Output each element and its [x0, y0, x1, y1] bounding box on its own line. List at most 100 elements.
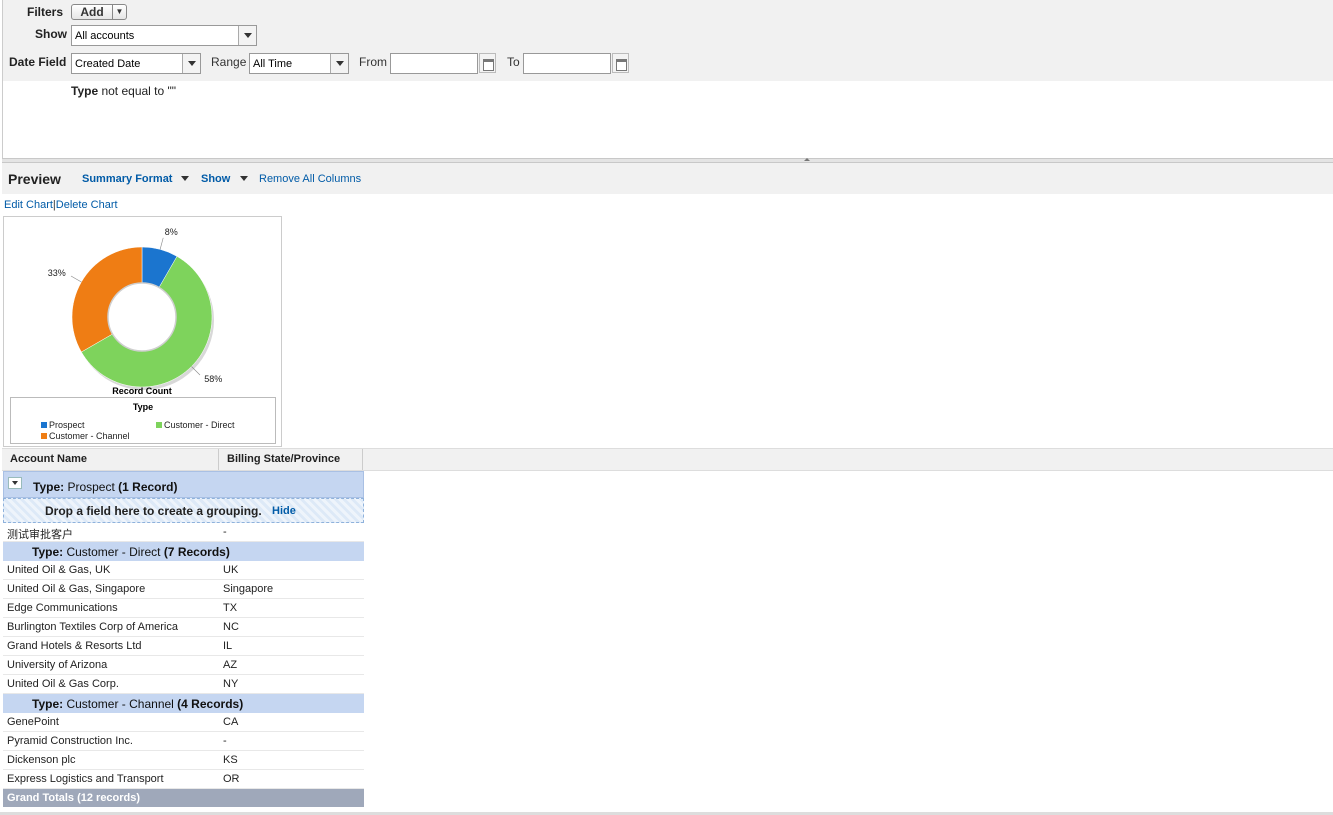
calendar-icon[interactable] — [479, 53, 496, 73]
filter-controls: Filters Add ▼ Show All accounts Date Fie… — [3, 0, 1333, 81]
table-row: Express Logistics and Transport OR — [3, 770, 364, 789]
billing-state-cell: TX — [223, 602, 238, 614]
group-type-value: Prospect — [64, 480, 119, 494]
chart-metric-label: Record Count — [112, 386, 172, 396]
billing-state-cell: NY — [223, 678, 239, 690]
preview-toolbar: Preview Summary Format Show Remove All C… — [2, 163, 1333, 194]
group-count: (1 Record) — [118, 480, 178, 494]
filter-panel: Filters Add ▼ Show All accounts Date Fie… — [2, 0, 1333, 160]
billing-state-cell: AZ — [223, 659, 238, 671]
range-value: All Time — [253, 58, 293, 70]
billing-state-cell: Singapore — [223, 583, 274, 595]
slice-data-label: 8% — [165, 227, 178, 237]
from-label: From — [359, 55, 387, 69]
chevron-down-icon[interactable] — [238, 26, 256, 45]
filter-criteria[interactable]: Type not equal to "" — [71, 84, 176, 98]
preview-title: Preview — [8, 171, 61, 187]
date-field-label: Date Field — [9, 55, 67, 69]
table-row: Dickenson plc KS — [3, 751, 364, 770]
add-filter-dropdown-icon[interactable]: ▼ — [112, 5, 126, 19]
group-header[interactable]: Type: Customer - Channel (4 Records) — [3, 694, 364, 713]
group-type-label: Type: — [32, 697, 64, 711]
legend-swatch — [156, 422, 162, 428]
edit-chart-link[interactable]: Edit Chart — [4, 199, 53, 211]
filter-criteria-field: Type — [71, 84, 99, 98]
group-count: (4 Records) — [177, 697, 244, 711]
to-label: To — [507, 55, 520, 69]
summary-format-menu[interactable]: Summary Format — [82, 173, 172, 185]
drop-zone-text: Drop a field here to create a grouping. — [45, 504, 262, 518]
billing-state-cell: CA — [223, 716, 239, 728]
date-field-value: Created Date — [75, 58, 141, 70]
table-row: Edge Communications TX — [3, 599, 364, 618]
legend-swatch — [41, 422, 47, 428]
billing-state-cell: - — [223, 526, 227, 538]
account-name-cell: United Oil & Gas, UK — [7, 564, 111, 576]
chevron-down-icon[interactable] — [181, 176, 189, 181]
add-filter-label: Add — [80, 5, 104, 19]
slice-leader-line — [191, 366, 201, 376]
group-header[interactable]: Type: Prospect (1 Record) — [3, 471, 364, 498]
chevron-down-icon[interactable] — [330, 54, 348, 73]
collapse-toggle-icon[interactable] — [8, 477, 22, 489]
slice-data-label: 33% — [48, 268, 66, 278]
table-row: University of Arizona AZ — [3, 656, 364, 675]
grouping-drop-zone[interactable]: Drop a field here to create a grouping. H… — [3, 498, 364, 523]
range-label: Range — [211, 55, 247, 69]
group-header[interactable]: Type: Customer - Direct (7 Records) — [3, 542, 364, 561]
slice-leader-line — [159, 237, 164, 250]
table-row: United Oil & Gas, Singapore Singapore — [3, 580, 364, 599]
show-select[interactable]: All accounts — [71, 25, 257, 46]
account-name-cell: United Oil & Gas, Singapore — [7, 583, 146, 595]
donut-hole — [107, 282, 177, 352]
account-name-cell: Edge Communications — [7, 602, 118, 614]
add-filter-button[interactable]: Add ▼ — [71, 4, 127, 20]
slice-data-label: 58% — [204, 374, 222, 384]
chart-legend: Type Prospect Customer - Direct Customer -… — [10, 397, 276, 444]
group-title: Type: Customer - Direct (7 Records) — [32, 545, 230, 559]
legend-item: Customer - Channel — [41, 431, 130, 441]
range-select[interactable]: All Time — [249, 53, 349, 74]
remove-all-columns-link[interactable]: Remove All Columns — [259, 173, 361, 185]
table-row: Burlington Textiles Corp of America NC — [3, 618, 364, 637]
account-name-cell: Express Logistics and Transport — [7, 773, 164, 785]
legend-label: Customer - Direct — [164, 420, 235, 430]
show-label: Show — [35, 27, 67, 41]
account-name-cell: Dickenson plc — [7, 754, 76, 766]
column-header-billing-state[interactable]: Billing State/Province — [219, 449, 363, 470]
table-row: Pyramid Construction Inc. - — [3, 732, 364, 751]
show-select-value: All accounts — [75, 30, 135, 42]
legend-swatch — [41, 433, 47, 439]
calendar-icon[interactable] — [612, 53, 629, 73]
chart-container[interactable]: 8% 58% 33% Record Count Type Prospect Custo… — [3, 216, 282, 447]
group-title: Type: Customer - Channel (4 Records) — [32, 697, 243, 711]
billing-state-cell: OR — [223, 773, 240, 785]
chart-links: Edit Chart|Delete Chart — [4, 199, 118, 211]
account-name-cell: Pyramid Construction Inc. — [7, 735, 133, 747]
from-date-input[interactable] — [390, 53, 478, 74]
to-date-input[interactable] — [523, 53, 611, 74]
account-name-cell: Burlington Textiles Corp of America — [7, 621, 178, 633]
chevron-down-icon[interactable] — [240, 176, 248, 181]
group-type-value: Customer - Direct — [63, 545, 164, 559]
account-name-cell: Grand Hotels & Resorts Ltd — [7, 640, 142, 652]
billing-state-cell: - — [223, 735, 227, 747]
account-name-cell: United Oil & Gas Corp. — [7, 678, 119, 690]
table-row: 测试审批客户 - — [3, 523, 364, 542]
legend-item: Prospect — [41, 420, 85, 430]
legend-item: Customer - Direct — [156, 420, 235, 430]
filters-label: Filters — [27, 5, 64, 19]
column-header-account-name[interactable]: Account Name — [2, 449, 219, 470]
account-name-cell: GenePoint — [7, 716, 59, 728]
filter-criteria-condition: not equal to "" — [98, 84, 177, 98]
donut-chart: 8% 58% 33% Record Count — [48, 227, 222, 396]
group-type-label: Type: — [32, 545, 64, 559]
delete-chart-link[interactable]: Delete Chart — [56, 199, 118, 211]
table-row: United Oil & Gas Corp. NY — [3, 675, 364, 694]
table-row: United Oil & Gas, UK UK — [3, 561, 364, 580]
date-field-select[interactable]: Created Date — [71, 53, 201, 74]
billing-state-cell: IL — [223, 640, 233, 652]
drop-zone-hide-link[interactable]: Hide — [272, 505, 296, 517]
chevron-down-icon[interactable] — [182, 54, 200, 73]
show-menu[interactable]: Show — [201, 173, 230, 185]
